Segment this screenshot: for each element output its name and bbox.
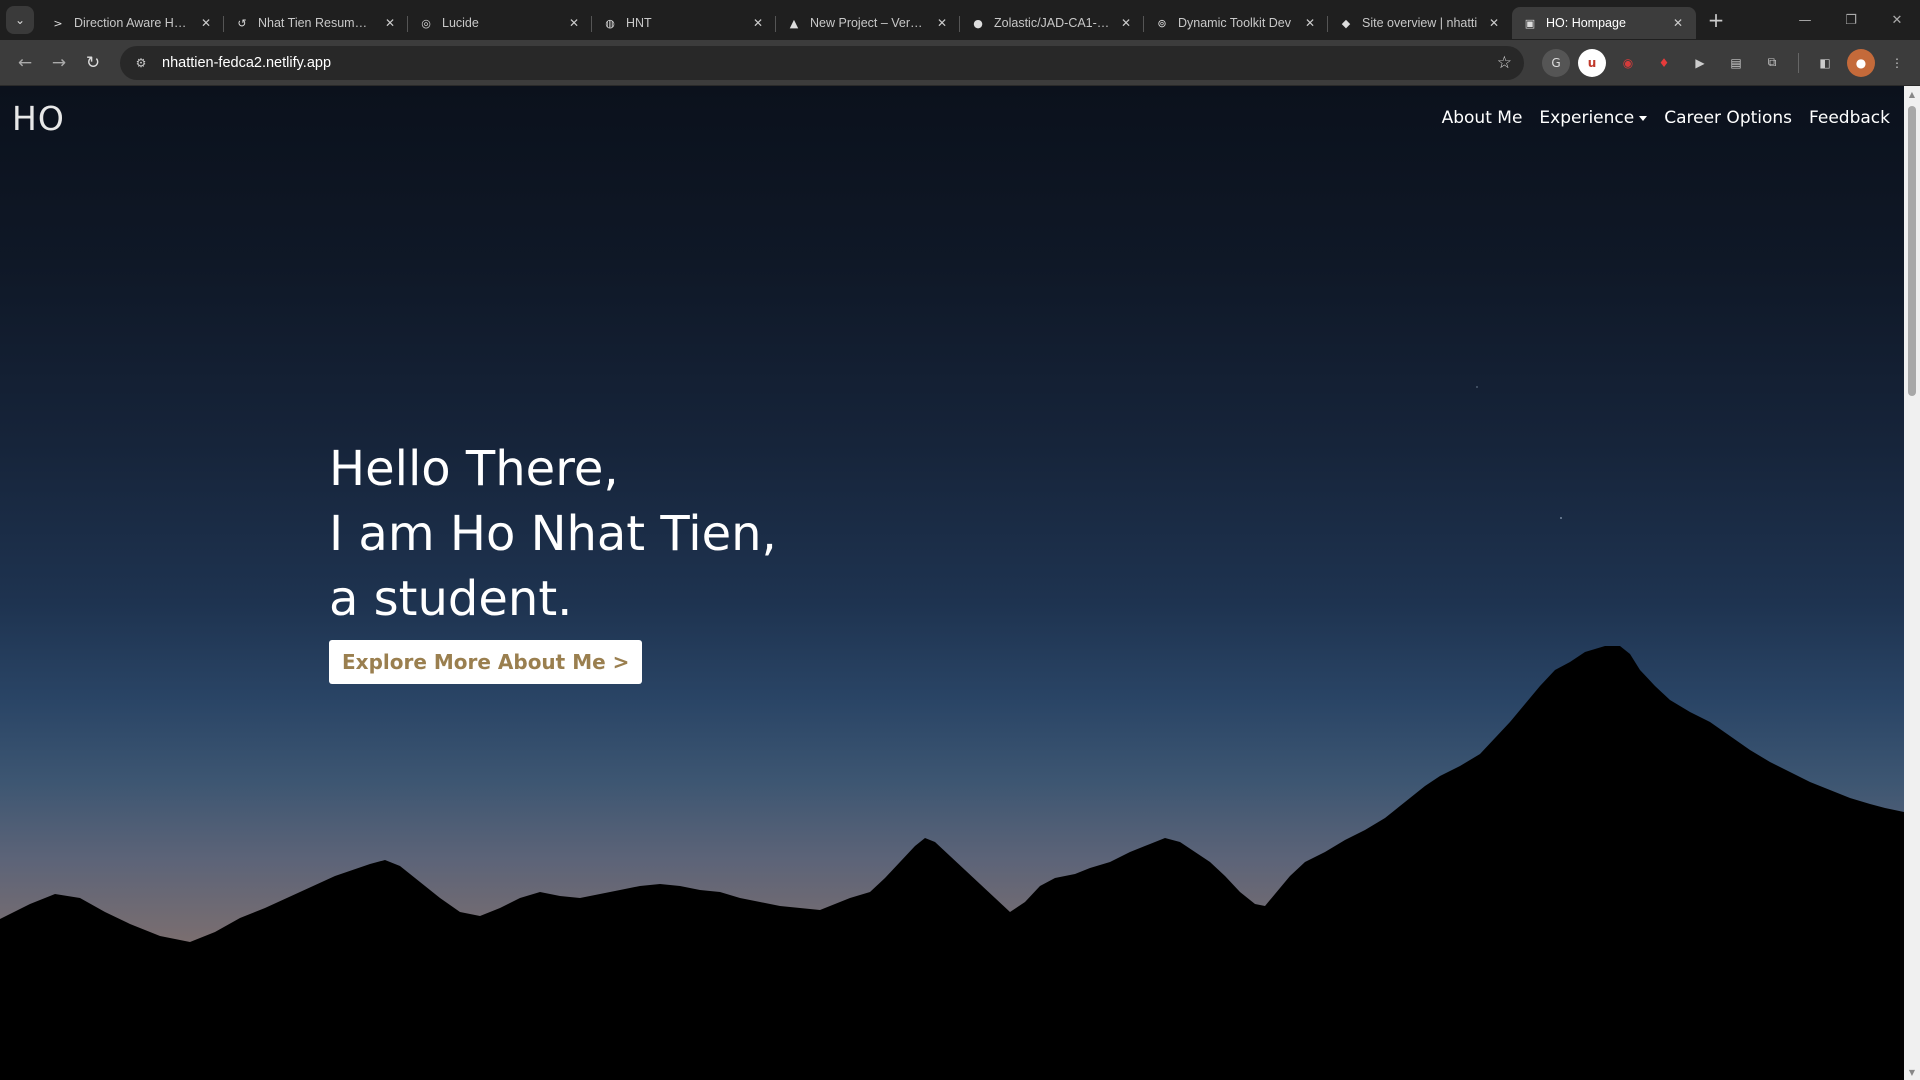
tab-favicon-icon: ● — [973, 16, 983, 30]
scroll-up-arrow-icon[interactable]: ▲ — [1908, 89, 1916, 99]
video-extension-icon[interactable]: ▶ — [1686, 49, 1714, 77]
nav-feedback-link[interactable]: Feedback — [1809, 108, 1890, 128]
nav-about-link[interactable]: About Me — [1442, 108, 1523, 128]
back-arrow-icon[interactable]: ← — [8, 46, 42, 80]
tab-favicon-icon: ⊚ — [1157, 16, 1167, 30]
tab-title: Dynamic Toolkit Dev — [1178, 16, 1292, 30]
tab-close-icon[interactable]: ✕ — [382, 15, 398, 31]
grammar-extension-icon[interactable]: G — [1542, 48, 1570, 77]
browser-tab[interactable]: ◎ Lucide ✕ — [407, 7, 592, 39]
tab-search-chevron-icon[interactable]: ⌄ — [6, 6, 34, 34]
profile-avatar[interactable]: ● — [1847, 48, 1875, 77]
url-text[interactable]: nhattien-fedca2.netlify.app — [162, 55, 1485, 71]
tab-favicon-icon: > — [53, 16, 63, 30]
hero-role: a student. — [329, 571, 573, 627]
site-navbar: HO About Me Experience Career Options Fe… — [0, 86, 1904, 150]
tab-title: Zolastic/JAD-CA1-Bo — [994, 16, 1110, 30]
site-info-icon[interactable]: ⚙ — [132, 54, 150, 72]
extensions-area: G u ◉ ♦ ▶ ▤ ⧉ ◧ ● ⋮ — [1542, 48, 1911, 77]
browser-tab[interactable]: ▲ New Project – Vercel ✕ — [775, 7, 960, 39]
minimize-icon[interactable]: — — [1782, 0, 1828, 40]
tab-close-icon[interactable]: ✕ — [750, 15, 766, 31]
tab-close-icon[interactable]: ✕ — [1118, 15, 1134, 31]
browser-tab[interactable]: ◆ Site overview | nhatti ✕ — [1327, 7, 1512, 39]
close-window-icon[interactable]: ✕ — [1874, 0, 1920, 40]
toolbar-separator — [1798, 52, 1799, 73]
hero-section: Hello There, I am Ho Nhat Tien, a studen… — [329, 437, 777, 684]
reload-icon[interactable]: ↻ — [76, 46, 110, 80]
browser-tab[interactable]: ▣ HO: Hompage ✕ — [1512, 7, 1696, 39]
address-bar[interactable]: ⚙ nhattien-fedca2.netlify.app ☆ — [120, 45, 1524, 80]
tab-close-icon[interactable]: ✕ — [198, 15, 214, 31]
tab-close-icon[interactable]: ✕ — [566, 15, 582, 31]
site-nav-links: About Me Experience Career Options Feedb… — [1442, 108, 1890, 128]
hero-greeting: Hello There, — [329, 441, 619, 497]
scrollbar-thumb[interactable] — [1908, 106, 1916, 396]
forward-arrow-icon[interactable]: → — [42, 46, 76, 80]
nav-career-link[interactable]: Career Options — [1664, 108, 1792, 128]
explore-more-button[interactable]: Explore More About Me > — [329, 640, 643, 684]
browser-tab[interactable]: ◍ HNT ✕ — [591, 7, 776, 39]
side-panel-icon[interactable]: ◧ — [1811, 49, 1839, 77]
tab-title: New Project – Vercel — [810, 16, 926, 30]
ublock-extension-icon[interactable]: u — [1578, 48, 1606, 77]
new-tab-button[interactable]: + — [1702, 6, 1730, 34]
browser-tab-strip: ⌄ > Direction Aware Hove ✕ ↺ Nhat Tien Resum… — [0, 0, 1920, 40]
tab-favicon-icon: ◆ — [1341, 16, 1351, 30]
scroll-down-arrow-icon[interactable]: ▼ — [1908, 1067, 1916, 1077]
hero-name: I am Ho Nhat Tien, — [329, 506, 777, 562]
tab-title: Direction Aware Hove — [74, 16, 190, 30]
tab-title: HNT — [626, 16, 652, 30]
caret-down-icon — [1639, 115, 1648, 121]
tab-title: Site overview | nhatti — [1362, 16, 1478, 30]
tab-favicon-icon: ▣ — [1524, 16, 1536, 30]
screenshot-extension-icon[interactable]: ▤ — [1722, 49, 1750, 77]
tab-favicon-icon: ◍ — [605, 16, 615, 30]
tab-title: Lucide — [442, 16, 479, 30]
tab-favicon-icon: ↺ — [237, 16, 247, 30]
tab-favicon-icon: ◎ — [421, 16, 431, 30]
browser-tab[interactable]: > Direction Aware Hove ✕ — [40, 7, 224, 39]
browser-toolbar: ← → ↻ ⚙ nhattien-fedca2.netlify.app ☆ G … — [0, 40, 1920, 86]
nav-experience-dropdown[interactable]: Experience — [1539, 108, 1648, 128]
tab-list: > Direction Aware Hove ✕ ↺ Nhat Tien Resume … — [40, 0, 1696, 40]
page-scrollbar[interactable]: ▲ ▼ — [1904, 86, 1920, 1080]
tab-title: Nhat Tien Resume V1 — [258, 16, 374, 30]
browser-tab[interactable]: ⊚ Dynamic Toolkit Dev ✕ — [1143, 7, 1328, 39]
site-brand-logo[interactable]: HO — [12, 99, 65, 138]
page-viewport: HO About Me Experience Career Options Fe… — [0, 86, 1904, 1080]
nav-experience-label: Experience — [1539, 108, 1635, 128]
record-extension-icon[interactable]: ◉ — [1614, 49, 1642, 77]
menu-kebab-icon[interactable]: ⋮ — [1883, 49, 1911, 77]
browser-tab[interactable]: ● Zolastic/JAD-CA1-Bo ✕ — [959, 7, 1144, 39]
tab-close-icon[interactable]: ✕ — [1670, 15, 1686, 31]
tab-close-icon[interactable]: ✕ — [934, 15, 950, 31]
flame-extension-icon[interactable]: ♦ — [1650, 49, 1678, 77]
tab-favicon-icon: ▲ — [789, 16, 799, 30]
bookmark-star-icon[interactable]: ☆ — [1497, 53, 1512, 73]
mountain-silhouette — [0, 646, 1904, 1080]
tab-close-icon[interactable]: ✕ — [1486, 15, 1502, 31]
browser-tab[interactable]: ↺ Nhat Tien Resume V1 ✕ — [223, 7, 408, 39]
window-controls: — ❐ ✕ — [1782, 0, 1920, 40]
tab-title: HO: Hompage — [1546, 16, 1626, 30]
restore-icon[interactable]: ❐ — [1828, 0, 1874, 40]
tab-close-icon[interactable]: ✕ — [1302, 15, 1318, 31]
puzzle-extensions-icon[interactable]: ⧉ — [1758, 49, 1786, 77]
